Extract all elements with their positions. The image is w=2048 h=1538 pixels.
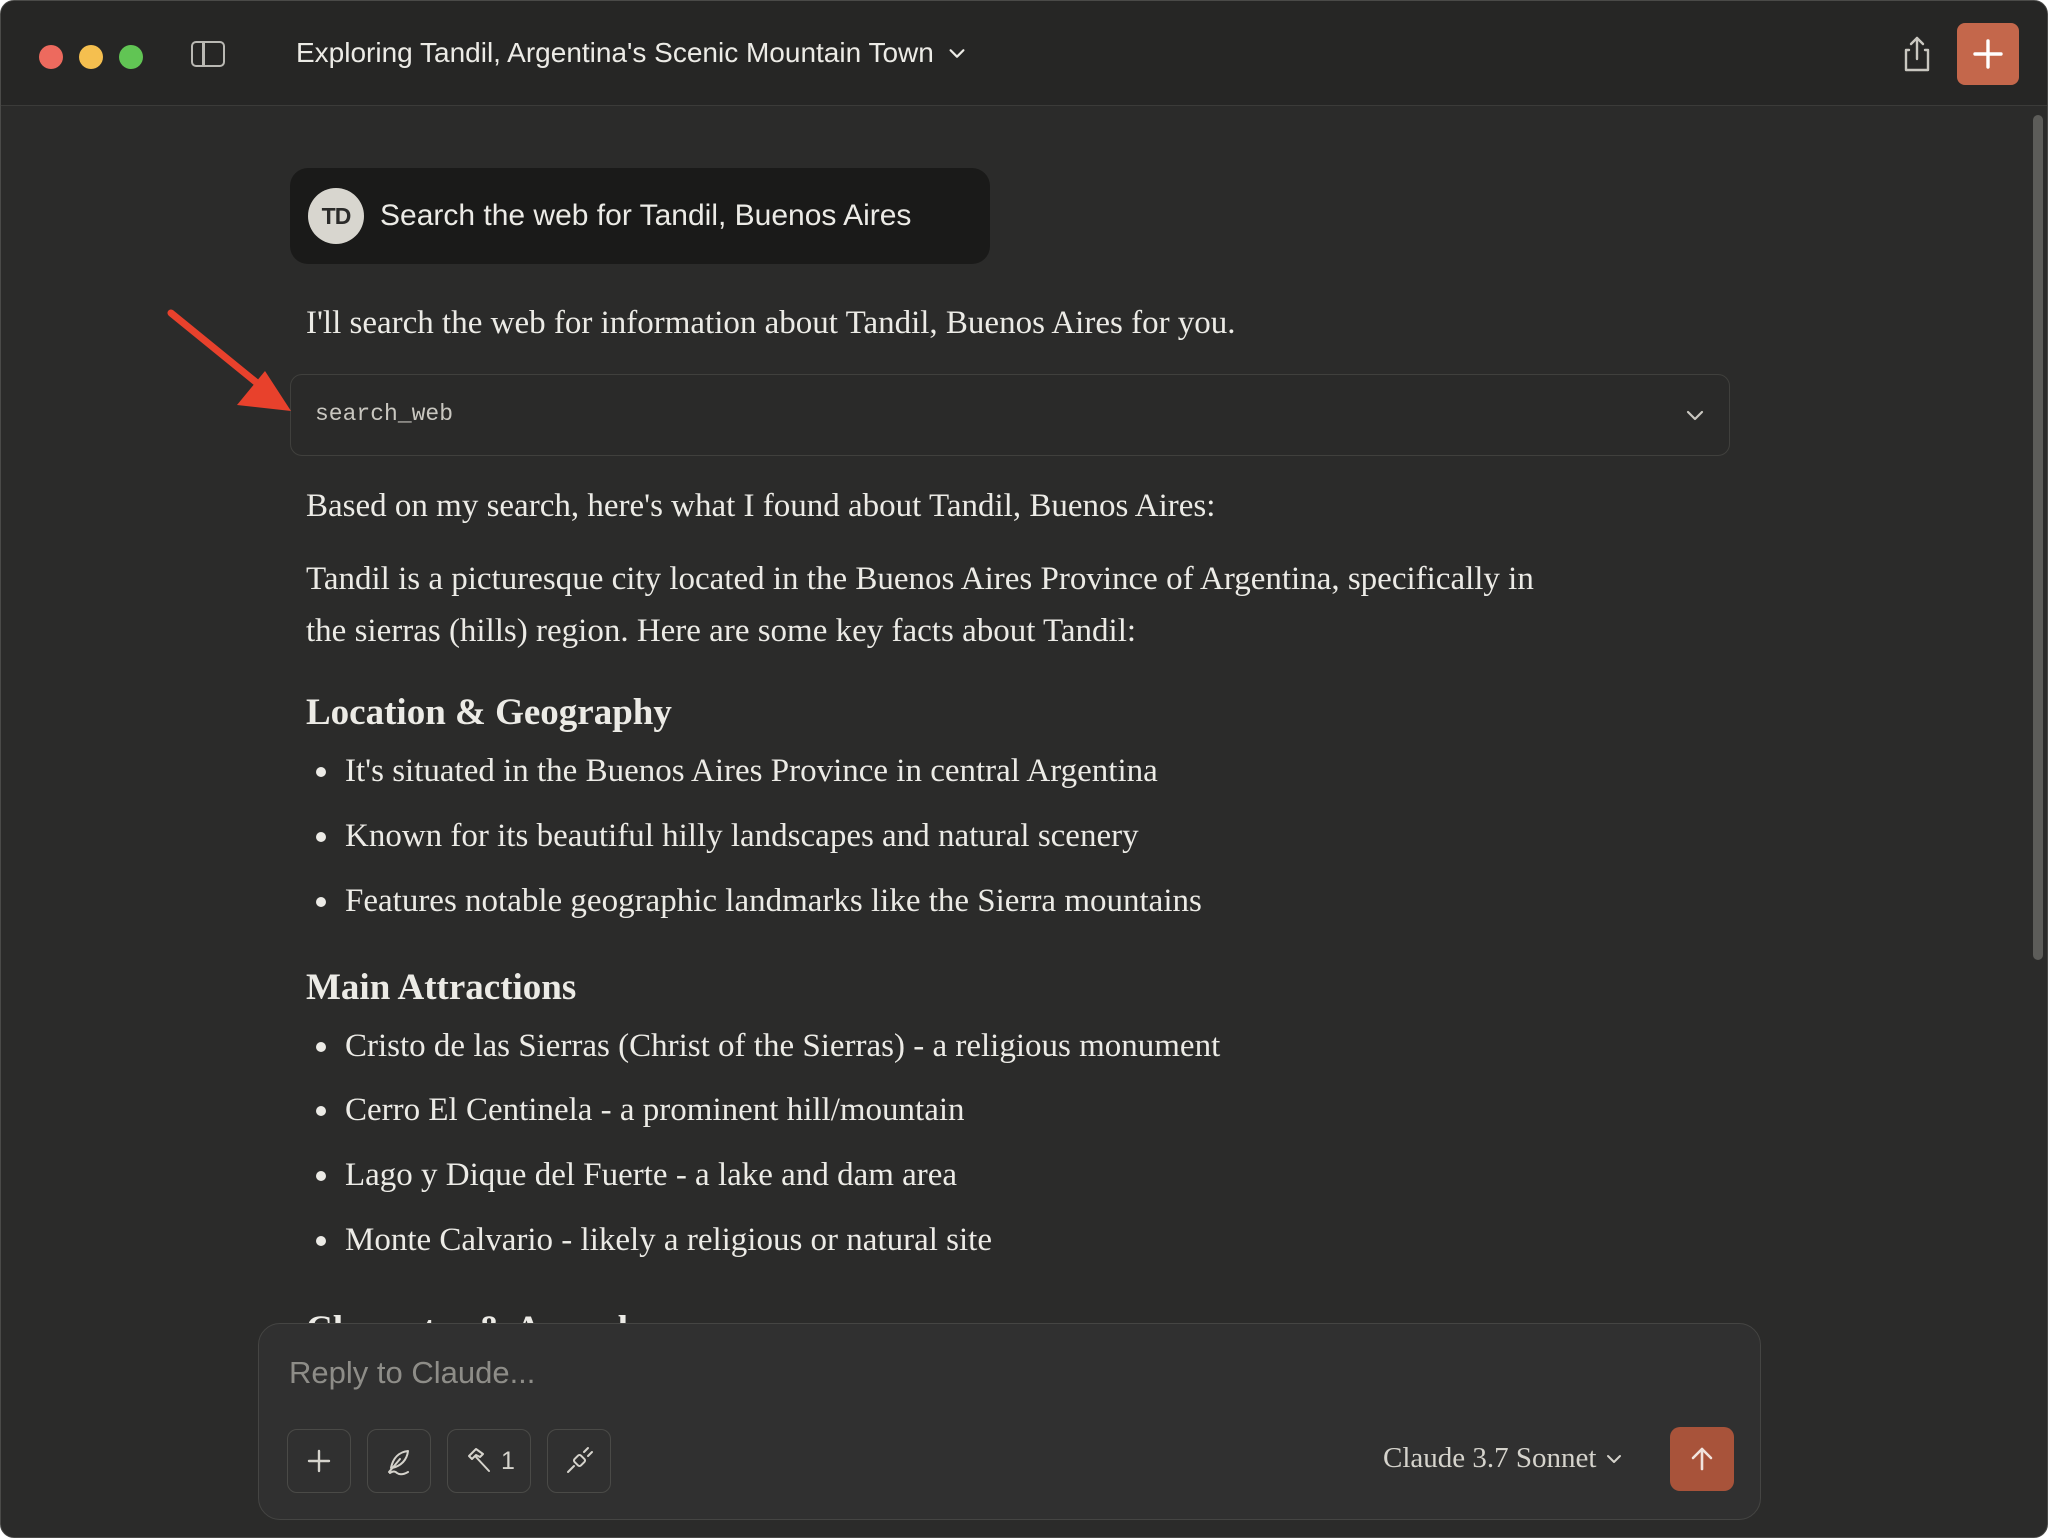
list-item: Lago y Dique del Fuerte - a lake and dam…: [306, 1157, 957, 1194]
chevron-down-icon: [949, 49, 965, 58]
list-item: It's situated in the Buenos Aires Provin…: [306, 753, 1158, 790]
section-heading: Location & Geography: [306, 692, 672, 733]
tools-button[interactable]: 1: [447, 1429, 531, 1493]
maximize-window-button[interactable]: [119, 45, 143, 69]
tools-count: 1: [501, 1446, 515, 1475]
title-bar: Exploring Tandil, Argentina's Scenic Mou…: [1, 1, 2047, 106]
feather-pen-icon: [388, 1450, 409, 1476]
section-heading: Main Attractions: [306, 967, 577, 1008]
chevron-down-icon: [1686, 410, 1704, 421]
summary-intro: Based on my search, here's what I found …: [306, 488, 1216, 524]
user-message: TD Search the web for Tandil, Buenos Air…: [290, 168, 990, 264]
scrollbar-thumb[interactable]: [2033, 115, 2043, 960]
hammer-icon: [468, 1448, 491, 1472]
list-item: Known for its beautiful hilly landscapes…: [306, 818, 1139, 855]
integrations-button[interactable]: [547, 1429, 611, 1493]
avatar: TD: [308, 188, 364, 244]
section-heading-clipped: Character & Appeal: [306, 1306, 628, 1324]
chat-title-dropdown[interactable]: Exploring Tandil, Argentina's Scenic Mou…: [296, 37, 968, 69]
share-icon[interactable]: [1899, 35, 1935, 73]
plug-icon: [567, 1447, 593, 1473]
list-item: Features notable geographic landmarks li…: [306, 883, 1202, 920]
model-selector[interactable]: Claude 3.7 Sonnet: [1383, 1442, 1624, 1475]
description-line-1: Tandil is a picturesque city located in …: [306, 561, 1534, 597]
send-button[interactable]: [1670, 1427, 1734, 1491]
reply-composer: 1 Claude 3.7 Sonnet: [258, 1323, 1761, 1520]
list-item: Cerro El Centinela - a prominent hill/mo…: [306, 1092, 965, 1129]
chat-title: Exploring Tandil, Argentina's Scenic Mou…: [296, 37, 934, 68]
plus-icon: [307, 1449, 331, 1473]
style-button[interactable]: [367, 1429, 431, 1493]
reply-input[interactable]: [287, 1354, 1491, 1392]
tool-call-name: search_web: [315, 401, 454, 427]
plus-icon: [1973, 39, 2003, 69]
new-chat-button[interactable]: [1957, 23, 2019, 85]
annotation-arrow-icon: [167, 309, 291, 411]
description-line-2: the sierras (hills) region. Here are som…: [306, 613, 1137, 649]
conversation-scrollbar[interactable]: [2029, 105, 2047, 1537]
chevron-down-icon: [1607, 1454, 1622, 1463]
close-window-button[interactable]: [39, 45, 63, 69]
assistant-intro: I'll search the web for information abou…: [306, 305, 1236, 341]
list-item: Monte Calvario - likely a religious or n…: [306, 1222, 992, 1259]
app-window: Exploring Tandil, Argentina's Scenic Mou…: [0, 0, 2048, 1538]
user-message-text: Search the web for Tandil, Buenos Aires: [380, 199, 912, 232]
sidebar-toggle-icon[interactable]: [191, 41, 225, 67]
tool-call-block[interactable]: search_web: [290, 374, 1730, 456]
arrow-up-icon: [1691, 1447, 1713, 1471]
model-label: Claude 3.7 Sonnet: [1383, 1442, 1597, 1474]
list-item: Cristo de las Sierras (Christ of the Sie…: [306, 1028, 1220, 1065]
attach-button[interactable]: [287, 1429, 351, 1493]
minimize-window-button[interactable]: [79, 45, 103, 69]
